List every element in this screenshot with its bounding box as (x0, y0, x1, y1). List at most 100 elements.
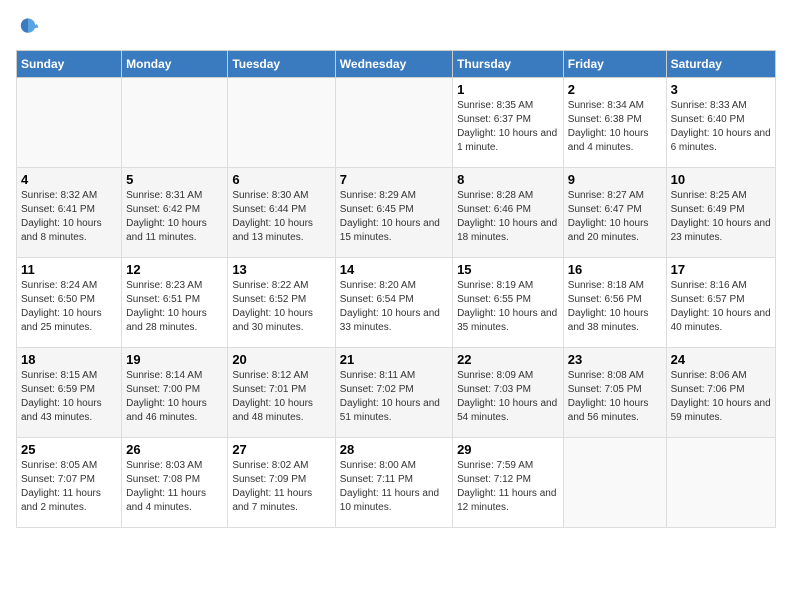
day-number: 14 (340, 262, 448, 277)
day-cell: 17 Sunrise: 8:16 AM Sunset: 6:57 PM Dayli… (666, 258, 775, 348)
day-cell: 5 Sunrise: 8:31 AM Sunset: 6:42 PM Daylig… (122, 168, 228, 258)
day-cell (228, 78, 335, 168)
day-info: Sunrise: 8:12 AM Sunset: 7:01 PM Dayligh… (232, 369, 330, 425)
day-cell: 28 Sunrise: 8:00 AM Sunset: 7:11 PM Dayli… (335, 438, 452, 528)
day-info: Sunrise: 8:08 AM Sunset: 7:05 PM Dayligh… (568, 369, 662, 425)
day-info: Sunrise: 8:05 AM Sunset: 7:07 PM Dayligh… (21, 459, 117, 515)
day-cell: 1Sunrise: 8:35 AM Sunset: 6:37 PM Daylig… (453, 78, 564, 168)
day-cell: 10Sunrise: 8:25 AM Sunset: 6:49 PM Dayli… (666, 168, 775, 258)
day-number: 4 (21, 172, 117, 187)
day-info: Sunrise: 8:16 AM Sunset: 6:57 PM Dayligh… (671, 279, 771, 335)
day-info: Sunrise: 8:30 AM Sunset: 6:44 PM Dayligh… (232, 189, 330, 245)
day-cell: 29 Sunrise: 7:59 AM Sunset: 7:12 PM Dayli… (453, 438, 564, 528)
day-cell: 12 Sunrise: 8:23 AM Sunset: 6:51 PM Dayli… (122, 258, 228, 348)
day-info: Sunrise: 8:15 AM Sunset: 6:59 PM Dayligh… (21, 369, 117, 425)
day-info: Sunrise: 8:18 AM Sunset: 6:56 PM Dayligh… (568, 279, 662, 335)
day-cell: 25 Sunrise: 8:05 AM Sunset: 7:07 PM Dayli… (17, 438, 122, 528)
header-row: SundayMondayTuesdayWednesdayThursdayFrid… (17, 51, 776, 78)
day-cell: 20 Sunrise: 8:12 AM Sunset: 7:01 PM Dayli… (228, 348, 335, 438)
week-row: 4 Sunrise: 8:32 AM Sunset: 6:41 PM Daylig… (17, 168, 776, 258)
day-number: 12 (126, 262, 223, 277)
week-row: 25 Sunrise: 8:05 AM Sunset: 7:07 PM Dayli… (17, 438, 776, 528)
day-number: 25 (21, 442, 117, 457)
day-number: 5 (126, 172, 223, 187)
day-cell: 7 Sunrise: 8:29 AM Sunset: 6:45 PM Daylig… (335, 168, 452, 258)
day-cell: 4 Sunrise: 8:32 AM Sunset: 6:41 PM Daylig… (17, 168, 122, 258)
day-number: 19 (126, 352, 223, 367)
day-info: Sunrise: 8:06 AM Sunset: 7:06 PM Dayligh… (671, 369, 771, 425)
day-cell: 2 Sunrise: 8:34 AM Sunset: 6:38 PM Daylig… (563, 78, 666, 168)
day-number: 21 (340, 352, 448, 367)
day-number: 2 (568, 82, 662, 97)
day-info: Sunrise: 8:02 AM Sunset: 7:09 PM Dayligh… (232, 459, 330, 515)
day-number: 11 (21, 262, 117, 277)
header-day: Tuesday (228, 51, 335, 78)
logo-icon (16, 16, 40, 40)
day-cell (122, 78, 228, 168)
day-info: Sunrise: 8:33 AM Sunset: 6:40 PM Dayligh… (671, 99, 771, 155)
calendar-table: SundayMondayTuesdayWednesdayThursdayFrid… (16, 50, 776, 528)
day-info: Sunrise: 8:19 AM Sunset: 6:55 PM Dayligh… (457, 279, 559, 335)
day-number: 7 (340, 172, 448, 187)
day-number: 24 (671, 352, 771, 367)
day-cell (666, 438, 775, 528)
day-info: Sunrise: 8:27 AM Sunset: 6:47 PM Dayligh… (568, 189, 662, 245)
day-cell: 24 Sunrise: 8:06 AM Sunset: 7:06 PM Dayli… (666, 348, 775, 438)
logo (16, 16, 44, 40)
header-day: Monday (122, 51, 228, 78)
day-number: 18 (21, 352, 117, 367)
day-info: Sunrise: 8:00 AM Sunset: 7:11 PM Dayligh… (340, 459, 448, 515)
day-cell: 14 Sunrise: 8:20 AM Sunset: 6:54 PM Dayli… (335, 258, 452, 348)
header-day: Thursday (453, 51, 564, 78)
day-number: 15 (457, 262, 559, 277)
day-info: Sunrise: 8:23 AM Sunset: 6:51 PM Dayligh… (126, 279, 223, 335)
week-row: 18 Sunrise: 8:15 AM Sunset: 6:59 PM Dayli… (17, 348, 776, 438)
day-info: Sunrise: 8:22 AM Sunset: 6:52 PM Dayligh… (232, 279, 330, 335)
day-info: Sunrise: 8:03 AM Sunset: 7:08 PM Dayligh… (126, 459, 223, 515)
day-number: 28 (340, 442, 448, 457)
day-cell: 3 Sunrise: 8:33 AM Sunset: 6:40 PM Daylig… (666, 78, 775, 168)
calendar-header: SundayMondayTuesdayWednesdayThursdayFrid… (17, 51, 776, 78)
header-day: Friday (563, 51, 666, 78)
day-number: 20 (232, 352, 330, 367)
day-number: 6 (232, 172, 330, 187)
day-number: 26 (126, 442, 223, 457)
day-info: Sunrise: 8:20 AM Sunset: 6:54 PM Dayligh… (340, 279, 448, 335)
day-cell: 13 Sunrise: 8:22 AM Sunset: 6:52 PM Dayli… (228, 258, 335, 348)
day-info: Sunrise: 8:32 AM Sunset: 6:41 PM Dayligh… (21, 189, 117, 245)
day-info: Sunrise: 8:24 AM Sunset: 6:50 PM Dayligh… (21, 279, 117, 335)
header-day: Wednesday (335, 51, 452, 78)
day-number: 16 (568, 262, 662, 277)
day-number: 29 (457, 442, 559, 457)
day-info: Sunrise: 7:59 AM Sunset: 7:12 PM Dayligh… (457, 459, 559, 515)
day-cell: 19 Sunrise: 8:14 AM Sunset: 7:00 PM Dayli… (122, 348, 228, 438)
day-cell (563, 438, 666, 528)
day-info: Sunrise: 8:31 AM Sunset: 6:42 PM Dayligh… (126, 189, 223, 245)
day-cell: 11 Sunrise: 8:24 AM Sunset: 6:50 PM Dayli… (17, 258, 122, 348)
day-number: 3 (671, 82, 771, 97)
day-cell: 21 Sunrise: 8:11 AM Sunset: 7:02 PM Dayli… (335, 348, 452, 438)
day-number: 17 (671, 262, 771, 277)
day-cell: 18 Sunrise: 8:15 AM Sunset: 6:59 PM Dayli… (17, 348, 122, 438)
day-info: Sunrise: 8:34 AM Sunset: 6:38 PM Dayligh… (568, 99, 662, 155)
day-number: 9 (568, 172, 662, 187)
day-cell: 8 Sunrise: 8:28 AM Sunset: 6:46 PM Daylig… (453, 168, 564, 258)
day-number: 1 (457, 82, 559, 97)
day-number: 10 (671, 172, 771, 187)
day-number: 13 (232, 262, 330, 277)
week-row: 11 Sunrise: 8:24 AM Sunset: 6:50 PM Dayli… (17, 258, 776, 348)
day-number: 22 (457, 352, 559, 367)
header (16, 16, 776, 40)
day-cell: 16 Sunrise: 8:18 AM Sunset: 6:56 PM Dayli… (563, 258, 666, 348)
day-info: Sunrise: 8:11 AM Sunset: 7:02 PM Dayligh… (340, 369, 448, 425)
day-info: Sunrise: 8:14 AM Sunset: 7:00 PM Dayligh… (126, 369, 223, 425)
day-info: Sunrise: 8:29 AM Sunset: 6:45 PM Dayligh… (340, 189, 448, 245)
day-cell: 9 Sunrise: 8:27 AM Sunset: 6:47 PM Daylig… (563, 168, 666, 258)
day-number: 8 (457, 172, 559, 187)
day-cell: 27 Sunrise: 8:02 AM Sunset: 7:09 PM Dayli… (228, 438, 335, 528)
calendar-body: 1Sunrise: 8:35 AM Sunset: 6:37 PM Daylig… (17, 78, 776, 528)
header-day: Saturday (666, 51, 775, 78)
day-cell: 22Sunrise: 8:09 AM Sunset: 7:03 PM Dayli… (453, 348, 564, 438)
day-info: Sunrise: 8:28 AM Sunset: 6:46 PM Dayligh… (457, 189, 559, 245)
day-number: 27 (232, 442, 330, 457)
